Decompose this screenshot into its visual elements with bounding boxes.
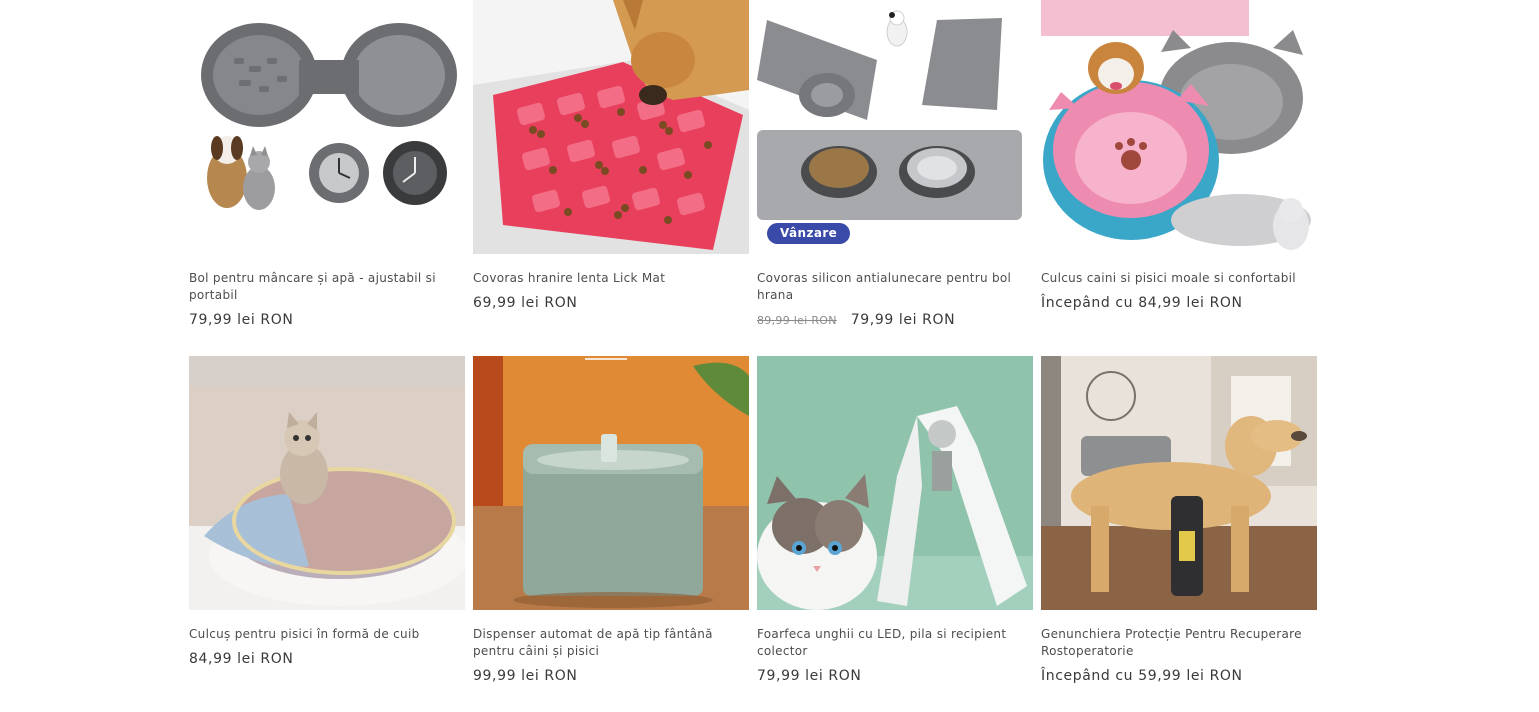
product-card-nail-clipper[interactable]: Foarfeca unghii cu LED, pila si recipien…	[757, 356, 1033, 712]
product-image[interactable]	[473, 0, 749, 254]
product-card-bowl[interactable]: Bol pentru mâncare și apă - ajustabil si…	[189, 0, 465, 356]
product-image[interactable]	[1041, 0, 1317, 254]
price-row: Începând cu 59,99 lei RON	[1041, 668, 1317, 684]
nail-clipper-image	[757, 356, 1033, 610]
product-card-silicone-mat[interactable]: Vânzare Covoras silicon antialunecare pe…	[757, 0, 1033, 356]
product-image[interactable]	[189, 356, 465, 610]
water-fountain-image	[473, 356, 749, 610]
product-card-knee-brace[interactable]: Genunchiera Protecție Pentru Recuperare …	[1041, 356, 1317, 712]
product-price: 99,99 lei RON	[473, 668, 578, 684]
product-price: Începând cu 84,99 lei RON	[1041, 295, 1243, 311]
price-row: 89,99 lei RON 79,99 lei RON	[757, 312, 1033, 328]
product-title[interactable]: Covoras hranire lenta Lick Mat	[473, 270, 749, 287]
knee-brace-image	[1041, 356, 1317, 610]
product-title[interactable]: Culcuș pentru pisici în formă de cuib	[189, 626, 465, 643]
product-image[interactable]: Vânzare	[757, 0, 1033, 254]
price-row: 84,99 lei RON	[189, 651, 465, 667]
price-row: 69,99 lei RON	[473, 295, 749, 311]
product-title[interactable]: Foarfeca unghii cu LED, pila si recipien…	[757, 626, 1033, 660]
product-image[interactable]	[1041, 356, 1317, 610]
product-price: 69,99 lei RON	[473, 295, 578, 311]
product-image[interactable]	[473, 356, 749, 610]
product-title[interactable]: Culcus caini si pisici moale si conforta…	[1041, 270, 1317, 287]
product-title[interactable]: Genunchiera Protecție Pentru Recuperare …	[1041, 626, 1317, 660]
product-old-price: 89,99 lei RON	[757, 314, 837, 327]
product-price: 84,99 lei RON	[189, 651, 294, 667]
pet-bed-image	[1041, 0, 1317, 254]
product-card-pet-bed[interactable]: Culcus caini si pisici moale si conforta…	[1041, 0, 1317, 356]
product-price: Începând cu 59,99 lei RON	[1041, 668, 1243, 684]
price-row: 99,99 lei RON	[473, 668, 749, 684]
product-card-water-fountain[interactable]: Dispenser automat de apă tip fântână pen…	[473, 356, 749, 712]
product-title[interactable]: Dispenser automat de apă tip fântână pen…	[473, 626, 749, 660]
product-price: 79,99 lei RON	[189, 312, 294, 328]
sale-badge: Vânzare	[767, 223, 851, 244]
collapsible-bowls-image	[189, 0, 465, 254]
product-title[interactable]: Covoras silicon antialunecare pentru bol…	[757, 270, 1033, 304]
product-card-cat-nest[interactable]: Culcuș pentru pisici în formă de cuib 84…	[189, 356, 465, 712]
product-title[interactable]: Bol pentru mâncare și apă - ajustabil si…	[189, 270, 465, 304]
product-image[interactable]	[189, 0, 465, 254]
price-row: 79,99 lei RON	[189, 312, 465, 328]
product-grid: Bol pentru mâncare și apă - ajustabil si…	[189, 0, 1317, 712]
product-price: 79,99 lei RON	[757, 668, 862, 684]
product-card-lick-mat[interactable]: Covoras hranire lenta Lick Mat 69,99 lei…	[473, 0, 749, 356]
lick-mat-image	[473, 0, 749, 254]
product-price: 79,99 lei RON	[850, 312, 956, 328]
product-image[interactable]	[757, 356, 1033, 610]
silicone-mat-image	[757, 0, 1033, 254]
cat-nest-image	[189, 356, 465, 610]
price-row: 79,99 lei RON	[757, 668, 1033, 684]
price-row: Începând cu 84,99 lei RON	[1041, 295, 1317, 311]
